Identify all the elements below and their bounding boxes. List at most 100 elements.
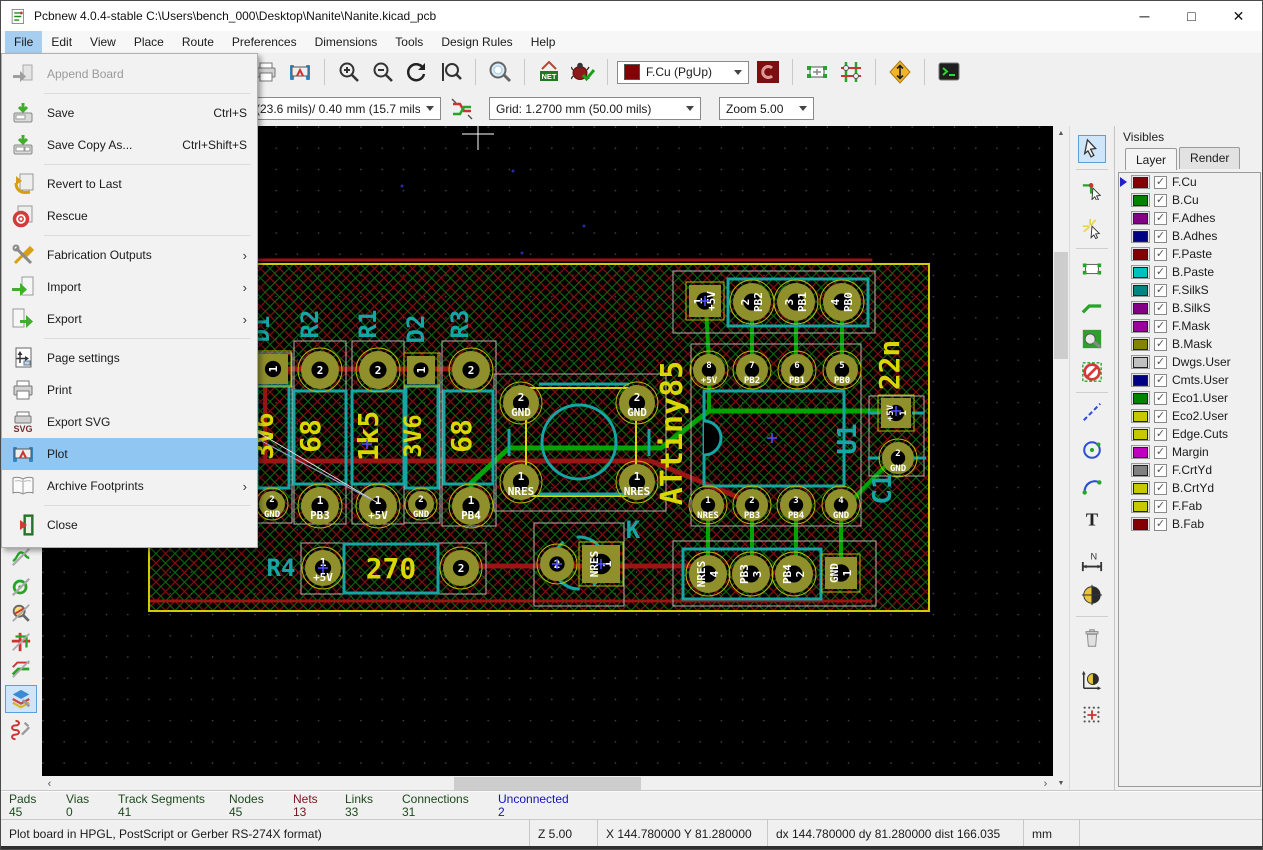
layer-row-f-silks[interactable]: ✓F.SilkS — [1119, 281, 1260, 299]
layer-visibility-checkbox[interactable]: ✓ — [1154, 320, 1167, 333]
route-track-tool[interactable] — [1078, 292, 1106, 320]
add-dimension-tool[interactable]: N — [1078, 548, 1106, 576]
zoom-fit-button[interactable] — [436, 57, 466, 87]
layer-visibility-checkbox[interactable]: ✓ — [1154, 446, 1167, 459]
add-line-tool[interactable] — [1078, 398, 1106, 426]
layer-visibility-checkbox[interactable]: ✓ — [1154, 464, 1167, 477]
layer-row-b-paste[interactable]: ✓B.Paste — [1119, 263, 1260, 281]
highlight-net-tool[interactable] — [1078, 175, 1106, 203]
drc-check-button[interactable] — [568, 57, 598, 87]
horizontal-scroll-thumb[interactable] — [454, 777, 641, 790]
menu-item-close[interactable]: Close — [2, 509, 257, 541]
layer-row-f-mask[interactable]: ✓F.Mask — [1119, 317, 1260, 335]
track-width-select[interactable]: (23.6 mils)/ 0.40 mm (15.7 mils) * — [249, 97, 441, 120]
close-button[interactable]: ✕ — [1215, 1, 1262, 31]
menu-item-export-svg[interactable]: SVGExport SVG — [2, 406, 257, 438]
maximize-button[interactable]: □ — [1168, 1, 1215, 31]
layer-visibility-checkbox[interactable]: ✓ — [1154, 230, 1167, 243]
menu-item-append-board[interactable]: Append Board — [2, 58, 257, 90]
menu-item-rescue[interactable]: Rescue — [2, 200, 257, 232]
layer-row-b-cu[interactable]: ✓B.Cu — [1119, 191, 1260, 209]
menu-route[interactable]: Route — [173, 31, 223, 53]
layer-color-swatch[interactable] — [1131, 211, 1150, 225]
layer-visibility-checkbox[interactable]: ✓ — [1154, 248, 1167, 261]
layer-row-b-crtyd[interactable]: ✓B.CrtYd — [1119, 479, 1260, 497]
layer-visibility-checkbox[interactable]: ✓ — [1154, 482, 1167, 495]
menu-item-print[interactable]: Print — [2, 374, 257, 406]
layer-visibility-checkbox[interactable]: ✓ — [1154, 392, 1167, 405]
layer-visibility-checkbox[interactable]: ✓ — [1154, 518, 1167, 531]
layer-visibility-checkbox[interactable]: ✓ — [1154, 374, 1167, 387]
layer-visibility-checkbox[interactable]: ✓ — [1154, 500, 1167, 513]
layer-color-swatch[interactable] — [1131, 373, 1150, 387]
layer-color-swatch[interactable] — [1131, 175, 1150, 189]
layer-row-margin[interactable]: ✓Margin — [1119, 443, 1260, 461]
tab-render[interactable]: Render — [1179, 147, 1240, 169]
layer-color-swatch[interactable] — [1131, 409, 1150, 423]
minimize-button[interactable]: ─ — [1121, 1, 1168, 31]
layer-select[interactable]: F.Cu (PgUp) — [617, 61, 749, 84]
grid-select[interactable]: Grid: 1.2700 mm (50.00 mils) — [489, 97, 701, 120]
layer-visibility-checkbox[interactable]: ✓ — [1154, 338, 1167, 351]
layer-color-swatch[interactable] — [1131, 445, 1150, 459]
layer-color-swatch[interactable] — [1131, 463, 1150, 477]
layer-row-b-adhes[interactable]: ✓B.Adhes — [1119, 227, 1260, 245]
layer-color-swatch[interactable] — [1131, 517, 1150, 531]
menu-item-save[interactable]: SaveCtrl+S — [2, 97, 257, 129]
layer-row-b-fab[interactable]: ✓B.Fab — [1119, 515, 1260, 533]
menu-item-revert-to-last[interactable]: Revert to Last — [2, 168, 257, 200]
microwave-tools-button[interactable] — [5, 716, 37, 744]
drc-magnifier-button[interactable] — [5, 599, 37, 627]
zoom-select[interactable]: Zoom 5.00 — [719, 97, 814, 120]
layer-row-edge-cuts[interactable]: ✓Edge.Cuts — [1119, 425, 1260, 443]
zoom-out-button[interactable] — [368, 57, 398, 87]
layer-row-b-mask[interactable]: ✓B.Mask — [1119, 335, 1260, 353]
layer-color-swatch[interactable] — [1131, 283, 1150, 297]
layer-color-swatch[interactable] — [1131, 499, 1150, 513]
layer-pair-button[interactable] — [753, 57, 783, 87]
layer-visibility-checkbox[interactable]: ✓ — [1154, 266, 1167, 279]
layer-color-swatch[interactable] — [1131, 301, 1150, 315]
menu-item-fabrication-outputs[interactable]: Fabrication Outputs› — [2, 239, 257, 271]
layer-color-swatch[interactable] — [1131, 319, 1150, 333]
scroll-right-arrow[interactable]: › — [1038, 776, 1053, 791]
footprint-mode-button[interactable] — [802, 57, 832, 87]
layer-visibility-checkbox[interactable]: ✓ — [1154, 302, 1167, 315]
layer-row-eco2-user[interactable]: ✓Eco2.User — [1119, 407, 1260, 425]
select-tool[interactable] — [1078, 135, 1106, 163]
layer-color-swatch[interactable] — [1131, 427, 1150, 441]
layer-visibility-checkbox[interactable]: ✓ — [1154, 428, 1167, 441]
layer-row-f-cu[interactable]: ✓F.Cu — [1119, 173, 1260, 191]
menu-edit[interactable]: Edit — [42, 31, 81, 53]
scroll-down-arrow[interactable]: ▼ — [1053, 776, 1069, 791]
add-keepout-tool[interactable] — [1078, 358, 1106, 386]
add-target-tool[interactable] — [1078, 581, 1106, 609]
menu-design-rules[interactable]: Design Rules — [432, 31, 521, 53]
tab-layer[interactable]: Layer — [1125, 148, 1177, 170]
layers-manager-button[interactable] — [5, 685, 37, 713]
menu-item-page-settings[interactable]: Page settings — [2, 342, 257, 374]
netlist-button[interactable]: NET — [534, 57, 564, 87]
menu-item-import[interactable]: Import› — [2, 271, 257, 303]
zoom-in-button[interactable] — [334, 57, 364, 87]
menu-preferences[interactable]: Preferences — [223, 31, 306, 53]
layer-row-cmts-user[interactable]: ✓Cmts.User — [1119, 371, 1260, 389]
layer-row-f-adhes[interactable]: ✓F.Adhes — [1119, 209, 1260, 227]
layer-visibility-checkbox[interactable]: ✓ — [1154, 356, 1167, 369]
vertical-scroll-thumb[interactable] — [1054, 252, 1068, 359]
plot-button[interactable] — [285, 57, 315, 87]
add-footprint-tool[interactable] — [1078, 255, 1106, 283]
layer-visibility-checkbox[interactable]: ✓ — [1154, 212, 1167, 225]
menu-dimensions[interactable]: Dimensions — [306, 31, 387, 53]
add-zone-tool[interactable] — [1078, 325, 1106, 353]
redraw-button[interactable] — [402, 57, 432, 87]
layer-color-swatch[interactable] — [1131, 265, 1150, 279]
drill-origin-tool[interactable] — [1078, 666, 1106, 694]
python-console-button[interactable] — [934, 57, 964, 87]
layer-row-b-silks[interactable]: ✓B.SilkS — [1119, 299, 1260, 317]
layer-row-f-paste[interactable]: ✓F.Paste — [1119, 245, 1260, 263]
vertical-scrollbar[interactable]: ▲ ▼ — [1053, 126, 1069, 791]
tracks-sketch-button[interactable] — [5, 655, 37, 683]
add-text-tool[interactable]: T — [1078, 505, 1106, 533]
menu-item-export[interactable]: Export› — [2, 303, 257, 335]
